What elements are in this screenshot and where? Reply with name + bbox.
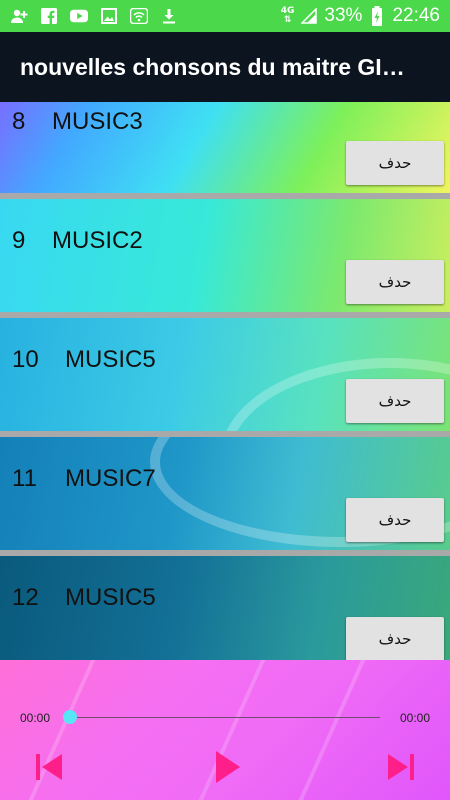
song-title: MUSIC7 <box>65 465 156 492</box>
skip-previous-icon <box>36 754 62 780</box>
gallery-icon <box>100 8 118 24</box>
network-type: 4G ⇅ <box>280 6 295 25</box>
play-button[interactable] <box>210 750 244 784</box>
song-title: MUSIC2 <box>52 227 143 254</box>
delete-button[interactable]: حدف <box>346 498 444 542</box>
song-row[interactable]: 11 MUSIC7 حدف <box>0 437 450 556</box>
signal-icon <box>300 8 318 24</box>
delete-button[interactable]: حدف <box>346 379 444 423</box>
song-title: MUSIC5 <box>65 584 156 611</box>
delete-button[interactable]: حدف <box>346 141 444 185</box>
song-number: 11 <box>12 465 37 492</box>
light-ray-decoration <box>285 660 379 800</box>
song-title: MUSIC3 <box>52 108 143 135</box>
delete-button[interactable]: حدف <box>346 617 444 660</box>
song-number: 9 <box>12 227 26 254</box>
total-time: 00:00 <box>400 711 431 725</box>
song-row[interactable]: 9 MUSIC2 حدف <box>0 199 450 318</box>
clock: 22:46 <box>392 5 440 26</box>
song-number: 8 <box>12 108 26 135</box>
battery-percentage: 33% <box>324 5 363 26</box>
skip-next-icon <box>388 754 414 780</box>
song-row[interactable]: 8 MUSIC3 حدف <box>0 102 450 199</box>
delete-button[interactable]: حدف <box>346 260 444 304</box>
download-icon <box>160 8 178 24</box>
song-title: MUSIC5 <box>65 346 156 373</box>
song-row[interactable]: 12 MUSIC5 حدف <box>0 556 450 660</box>
seek-thumb[interactable] <box>63 710 77 724</box>
song-number: 10 <box>12 346 39 373</box>
current-time: 00:00 <box>20 711 51 725</box>
song-number: 12 <box>12 584 39 611</box>
next-button[interactable] <box>384 750 418 784</box>
status-bar: 4G ⇅ 33% 22:46 <box>0 0 450 32</box>
app-bar: nouvelles chonsons du maitre GI… <box>0 32 450 102</box>
battery-charging-icon <box>368 6 386 26</box>
seek-bar[interactable] <box>70 717 380 718</box>
facebook-icon <box>40 8 58 24</box>
play-icon <box>216 751 240 783</box>
song-row[interactable]: 10 MUSIC5 حدف <box>0 318 450 437</box>
notification-icons <box>0 8 178 24</box>
song-list[interactable]: 8 MUSIC3 حدف 9 MUSIC2 حدف 10 MUSIC5 حدف … <box>0 102 450 660</box>
system-status: 4G ⇅ 33% 22:46 <box>281 0 440 32</box>
page-title: nouvelles chonsons du maitre GI… <box>20 53 405 80</box>
add-contact-icon <box>10 8 28 24</box>
youtube-icon <box>70 8 88 24</box>
wifi-icon <box>130 8 148 24</box>
previous-button[interactable] <box>32 750 66 784</box>
player-panel: 00:00 00:00 <box>0 660 450 800</box>
